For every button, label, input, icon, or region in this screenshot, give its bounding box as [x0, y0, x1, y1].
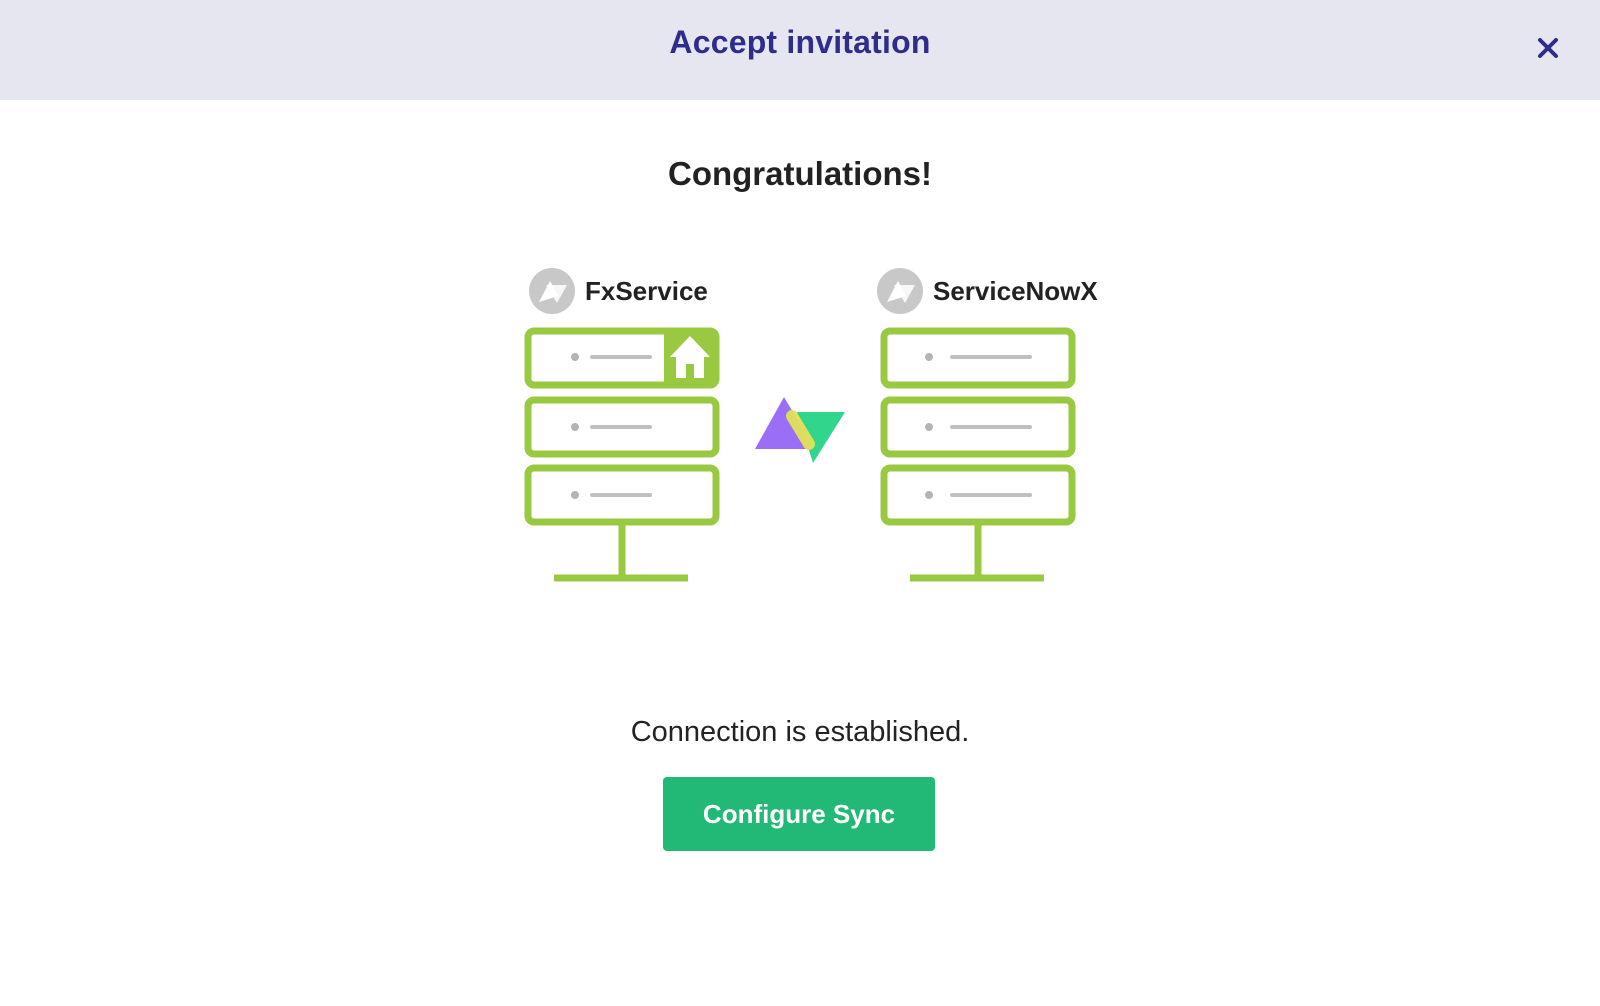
configure-sync-button[interactable]: Configure Sync: [663, 777, 935, 851]
exalate-logo-icon: [755, 397, 845, 463]
connection-illustration: [524, 268, 1076, 582]
servicenowx-instance-name: ServiceNowX: [933, 276, 1098, 306]
exalate-grey-logo-icon: [877, 268, 923, 314]
exalate-grey-logo-icon: [529, 268, 575, 314]
accept-invitation-dialog: Accept invitation Congratulations! FxSer…: [0, 0, 1600, 1006]
connection-status-text: Connection is established.: [630, 716, 970, 748]
fxservice-instance-name: FxService: [585, 276, 708, 306]
servicenowx-server-icon: [880, 327, 1076, 582]
